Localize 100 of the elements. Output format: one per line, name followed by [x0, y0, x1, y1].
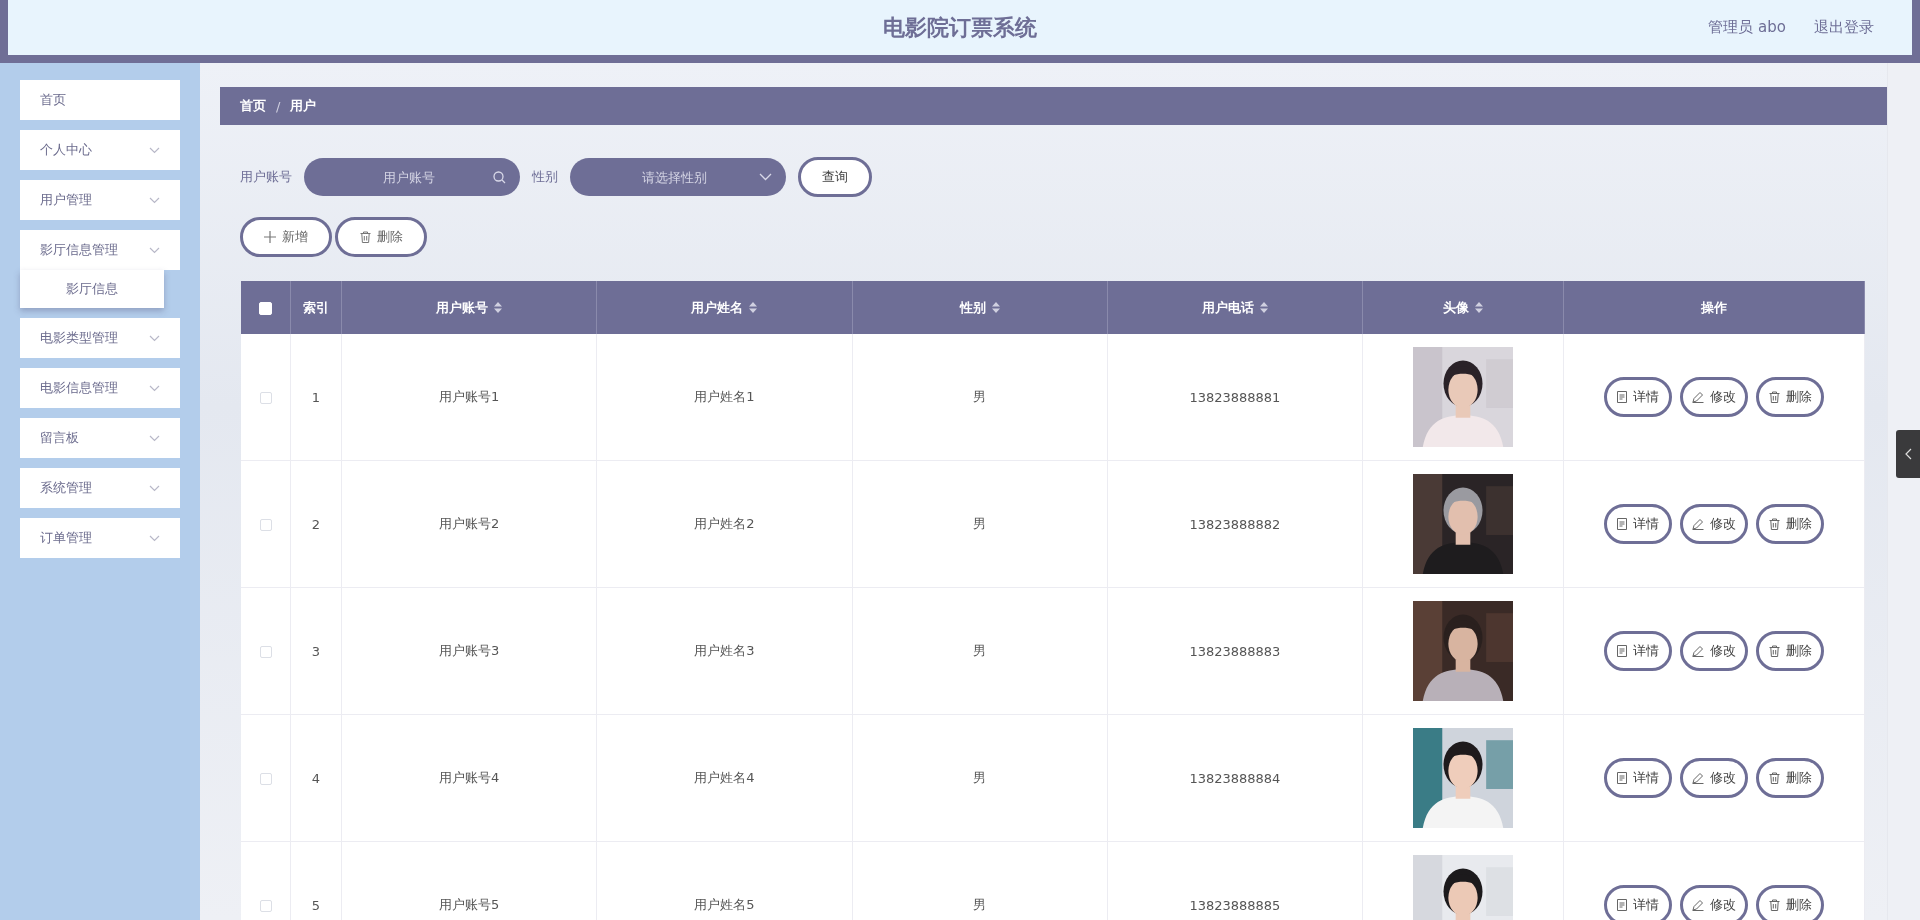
sidebar-menu-item[interactable]: 用户管理 [20, 180, 180, 220]
details-button[interactable]: 详情 [1604, 758, 1672, 798]
column-header[interactable]: 头像 [1443, 298, 1469, 317]
edit-button[interactable]: 修改 [1680, 885, 1748, 920]
table-cell: 男 [973, 643, 987, 658]
table-cell: 用户姓名1 [694, 389, 755, 404]
submenu-item[interactable]: 影厅信息 [20, 270, 164, 308]
column-header[interactable]: 用户姓名 [691, 298, 744, 317]
select-all-checkbox[interactable] [259, 302, 272, 315]
document-icon [1617, 391, 1627, 403]
edit-button[interactable]: 修改 [1680, 631, 1748, 671]
column-header[interactable]: 性别 [959, 298, 986, 317]
details-button[interactable]: 详情 [1604, 377, 1672, 417]
table-cell: 男 [973, 770, 987, 785]
table-cell: 13823888881 [1189, 389, 1281, 405]
pencil-icon [1692, 391, 1704, 403]
select-input[interactable]: 请选择性别 [590, 168, 759, 186]
document-icon [1617, 899, 1627, 911]
pencil-icon [1692, 899, 1704, 911]
delete-button[interactable]: 删除 [1756, 631, 1824, 671]
query-button[interactable]: 查询 [798, 157, 872, 197]
sort-icon[interactable] [749, 302, 758, 313]
document-icon [1617, 518, 1627, 530]
delete-button[interactable]: 删除 [1756, 758, 1824, 798]
chevron-left-icon [1904, 448, 1912, 460]
search-icon [493, 170, 506, 184]
sidebar-menu-item[interactable]: 电影信息管理 [20, 368, 180, 408]
table-cell: 用户账号1 [439, 389, 500, 404]
sort-icon[interactable] [1259, 302, 1268, 313]
chevron-down-icon [149, 534, 160, 542]
sort-icon[interactable] [1475, 302, 1483, 313]
table-cell: 用户姓名3 [694, 643, 755, 658]
table-cell: 男 [973, 516, 987, 531]
row-checkbox[interactable] [259, 392, 272, 404]
pencil-icon [1692, 518, 1704, 530]
table-cell: 男 [973, 897, 987, 912]
table-cell: 2 [311, 516, 321, 532]
column-header[interactable]: 用户账号 [436, 298, 489, 317]
document-icon [1617, 772, 1627, 784]
table-cell: 13823888884 [1189, 770, 1281, 786]
column-header[interactable]: 用户电话 [1201, 298, 1254, 317]
sidebar-item[interactable]: 首页 [20, 80, 180, 120]
chevron-down-icon [149, 246, 160, 254]
table-cell: 用户账号4 [439, 770, 500, 785]
breadcrumb-item[interactable]: 用户 [290, 97, 317, 115]
edit-button[interactable]: 修改 [1680, 504, 1748, 544]
table-cell: 4 [311, 770, 321, 786]
edit-button[interactable]: 修改 [1680, 758, 1748, 798]
sort-icon[interactable] [991, 302, 1000, 313]
delete-button[interactable]: 删除 [1756, 885, 1824, 920]
app-title: 电影院订票系统 [883, 13, 1037, 42]
sidebar-menu-item[interactable]: 影厅信息管理 [20, 230, 180, 270]
trash-icon [1768, 391, 1780, 403]
chevron-down-icon [149, 484, 160, 492]
trash-icon [359, 231, 371, 243]
chevron-down-icon [149, 434, 160, 442]
row-checkbox[interactable] [259, 900, 272, 912]
search-input[interactable]: 用户账号 [324, 168, 493, 186]
table-cell: 男 [973, 389, 987, 404]
table-cell: 用户账号3 [439, 643, 500, 658]
chevron-down-icon [149, 196, 160, 204]
sidebar-menu-item[interactable]: 订单管理 [20, 518, 180, 558]
row-checkbox[interactable] [259, 646, 272, 658]
table-cell: 1 [311, 389, 321, 405]
add-button[interactable]: 新增 [240, 217, 332, 257]
table-cell: 用户姓名5 [694, 897, 755, 912]
logout-link[interactable]: 退出登录 [1814, 18, 1874, 37]
delete-button[interactable]: 删除 [1756, 504, 1824, 544]
breadcrumb-item[interactable]: 首页 [240, 97, 266, 115]
edit-button[interactable]: 修改 [1680, 377, 1748, 417]
gender-select[interactable]: 请选择性别 [570, 158, 786, 196]
delete-button[interactable]: 删除 [335, 217, 427, 257]
column-header: 操作 [1701, 298, 1727, 317]
chevron-down-icon [759, 173, 772, 181]
table-cell: 5 [311, 897, 321, 913]
table-cell: 用户账号5 [439, 897, 500, 912]
table-cell: 用户账号2 [439, 516, 500, 531]
search-field[interactable]: 用户账号 [304, 158, 520, 196]
delete-button[interactable]: 删除 [1756, 377, 1824, 417]
table-cell: 13823888883 [1189, 643, 1281, 659]
table-cell: 13823888885 [1189, 897, 1281, 913]
sidebar-menu-item[interactable]: 留言板 [20, 418, 180, 458]
column-header: 索引 [303, 298, 329, 317]
chevron-down-icon [149, 334, 160, 342]
sidebar-menu-item[interactable]: 个人中心 [20, 130, 180, 170]
trash-icon [1768, 772, 1780, 784]
breadcrumb-separator: / [276, 98, 281, 114]
pencil-icon [1692, 772, 1704, 784]
details-button[interactable]: 详情 [1604, 504, 1672, 544]
trash-icon [1768, 518, 1780, 530]
collapse-tab[interactable] [1896, 430, 1920, 478]
row-checkbox[interactable] [259, 519, 272, 531]
sidebar-menu-item[interactable]: 电影类型管理 [20, 318, 180, 358]
details-button[interactable]: 详情 [1604, 631, 1672, 671]
sort-icon[interactable] [494, 302, 503, 313]
table-cell: 3 [311, 643, 321, 659]
row-checkbox[interactable] [259, 773, 272, 785]
details-button[interactable]: 详情 [1604, 885, 1672, 920]
sidebar-menu-item[interactable]: 系统管理 [20, 468, 180, 508]
chevron-down-icon [149, 384, 160, 392]
